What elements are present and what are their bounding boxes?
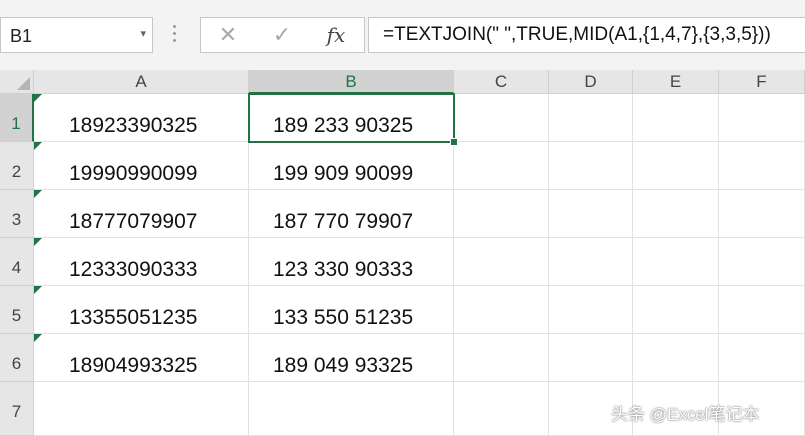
check-icon[interactable]: ✓ [267, 21, 297, 49]
cell-b5[interactable]: 133 550 51235 [249, 286, 454, 334]
cell-e6[interactable] [633, 334, 719, 382]
cell-f3[interactable] [719, 190, 805, 238]
drag-handle-icon[interactable] [173, 22, 177, 48]
cell-value: 189 049 93325 [273, 354, 414, 377]
cell-a2[interactable]: 19990990099 [34, 142, 249, 190]
chevron-down-icon[interactable]: ▾ [140, 27, 146, 40]
cell-d3[interactable] [549, 190, 633, 238]
cancel-icon[interactable]: ✕ [213, 21, 243, 49]
row-header-6[interactable]: 6 [0, 334, 34, 382]
column-header-f[interactable]: F [719, 70, 805, 94]
watermark: 头条 @Excel笔记本 [611, 405, 760, 424]
cell-c7[interactable] [454, 382, 549, 436]
cell-e1[interactable] [633, 94, 719, 142]
cell-a5[interactable]: 13355051235 [34, 286, 249, 334]
cell-c2[interactable] [454, 142, 549, 190]
cell-e5[interactable] [633, 286, 719, 334]
formula-input[interactable]: =TEXTJOIN(" ",TRUE,MID(A1,{1,4,7},{3,3,5… [368, 17, 805, 53]
row-header-1[interactable]: 1 [0, 94, 34, 142]
formula-buttons: ✕ ✓ fx [200, 17, 365, 53]
column-header-a[interactable]: A [34, 70, 249, 94]
column-header-e[interactable]: E [633, 70, 719, 94]
cell-c4[interactable] [454, 238, 549, 286]
cell-d2[interactable] [549, 142, 633, 190]
cell-f6[interactable] [719, 334, 805, 382]
cell-b2[interactable]: 199 909 90099 [249, 142, 454, 190]
cell-value: 187 770 79907 [273, 210, 414, 233]
cell-a1[interactable]: 18923390325 [34, 94, 249, 142]
cell-d5[interactable] [549, 286, 633, 334]
error-indicator-icon [34, 334, 42, 342]
cell-d4[interactable] [549, 238, 633, 286]
fill-handle[interactable] [450, 138, 458, 146]
column-header-b[interactable]: B [249, 70, 454, 94]
cell-e4[interactable] [633, 238, 719, 286]
cell-value: 18904993325 [69, 354, 198, 377]
cell-value: 13355051235 [69, 306, 198, 329]
row-header-5[interactable]: 5 [0, 286, 34, 334]
cell-value: 19990990099 [69, 162, 198, 185]
cell-value: 18777079907 [69, 210, 198, 233]
select-all-button[interactable] [0, 70, 34, 94]
cell-value: 133 550 51235 [273, 306, 414, 329]
cell-c3[interactable] [454, 190, 549, 238]
cell-c5[interactable] [454, 286, 549, 334]
formula-bar: B1 ▾ ✕ ✓ fx =TEXTJOIN(" ",TRUE,MID(A1,{1… [0, 0, 805, 70]
row-header-7[interactable]: 7 [0, 382, 34, 436]
cell-b7[interactable] [249, 382, 454, 436]
cell-a6[interactable]: 18904993325 [34, 334, 249, 382]
cell-b3[interactable]: 187 770 79907 [249, 190, 454, 238]
cell-f4[interactable] [719, 238, 805, 286]
cell-value: 12333090333 [69, 258, 198, 281]
cell-value: 18923390325 [69, 114, 198, 137]
error-indicator-icon [34, 238, 42, 246]
column-header-c[interactable]: C [454, 70, 549, 94]
cell-a3[interactable]: 18777079907 [34, 190, 249, 238]
row-header-4[interactable]: 4 [0, 238, 34, 286]
cell-c1[interactable] [454, 94, 549, 142]
active-cell-border [248, 93, 455, 143]
error-indicator-icon [34, 190, 42, 198]
cell-f2[interactable] [719, 142, 805, 190]
name-box-value: B1 [10, 26, 33, 46]
cell-f1[interactable] [719, 94, 805, 142]
error-indicator-icon [34, 142, 42, 150]
worksheet-grid: A B C D E F 1 18923390325 189 233 90325 2 19… [0, 70, 805, 436]
row-header-2[interactable]: 2 [0, 142, 34, 190]
error-indicator-icon [34, 286, 42, 294]
column-header-d[interactable]: D [549, 70, 633, 94]
select-all-triangle-icon [17, 77, 30, 90]
cell-b6[interactable]: 189 049 93325 [249, 334, 454, 382]
cell-d1[interactable] [549, 94, 633, 142]
name-box[interactable]: B1 ▾ [0, 17, 153, 53]
cell-a7[interactable] [34, 382, 249, 436]
cell-value: 123 330 90333 [273, 258, 414, 281]
row-header-3[interactable]: 3 [0, 190, 34, 238]
formula-text: =TEXTJOIN(" ",TRUE,MID(A1,{1,4,7},{3,3,5… [383, 24, 771, 45]
cell-d6[interactable] [549, 334, 633, 382]
cell-c6[interactable] [454, 334, 549, 382]
cell-b4[interactable]: 123 330 90333 [249, 238, 454, 286]
cell-e2[interactable] [633, 142, 719, 190]
cell-a4[interactable]: 12333090333 [34, 238, 249, 286]
error-indicator-icon [34, 94, 42, 102]
cell-value: 199 909 90099 [273, 162, 414, 185]
cell-f5[interactable] [719, 286, 805, 334]
insert-function-icon[interactable]: fx [321, 21, 351, 49]
cell-e3[interactable] [633, 190, 719, 238]
